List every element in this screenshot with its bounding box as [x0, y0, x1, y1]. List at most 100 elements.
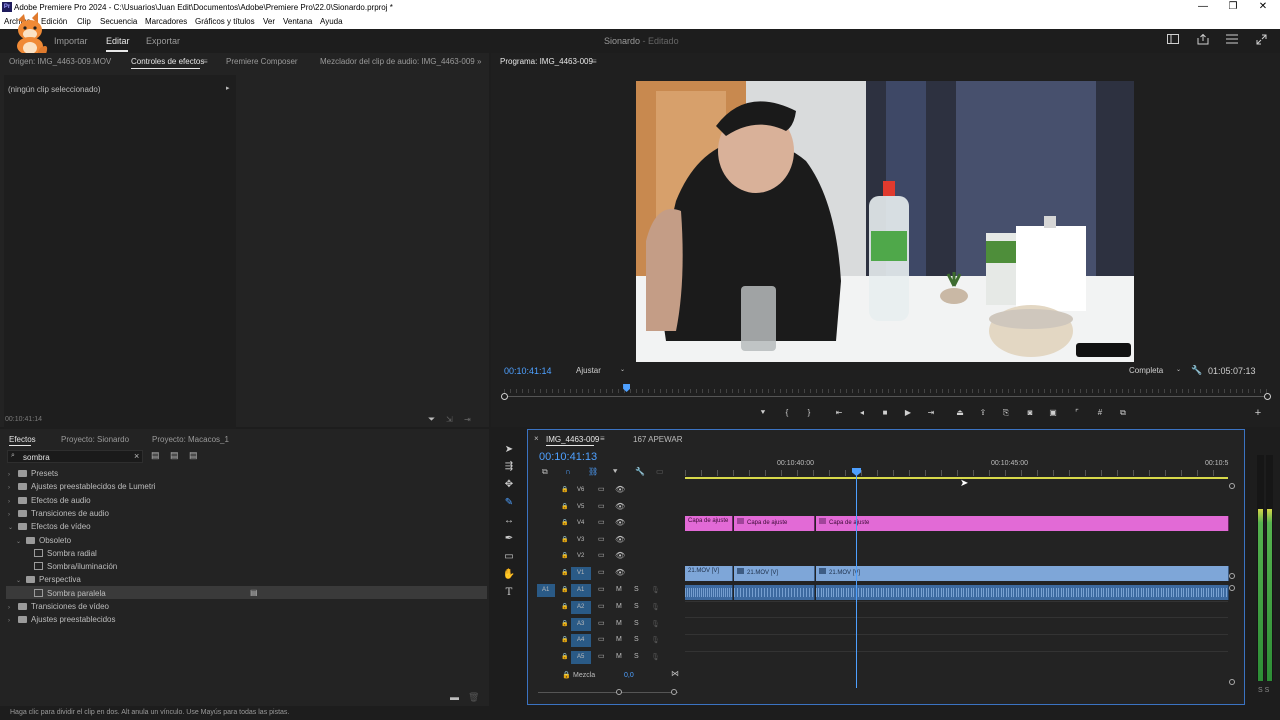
chevron-right-icon[interactable]: ›	[8, 512, 18, 518]
adjustment-layer-clip[interactable]: Capa de ajuste	[734, 516, 815, 531]
mark-out-icon[interactable]: }	[802, 407, 816, 419]
toggle-sync-icon[interactable]: ▭	[598, 635, 605, 643]
tab-audio-clip-mixer[interactable]: Mezclador del clip de audio: IMG_4463-00…	[320, 57, 475, 66]
scroll-handle[interactable]	[1229, 483, 1235, 489]
track-label-v3[interactable]: V3	[577, 537, 584, 543]
adjustment-layer-clip[interactable]: Capa de ajuste	[685, 516, 733, 531]
video-clip[interactable]: 21.MOV [V]	[685, 566, 733, 581]
mute-button[interactable]: M	[616, 586, 622, 593]
chevron-right-icon[interactable]: ›	[8, 472, 18, 478]
fullscreen-icon[interactable]	[1254, 34, 1268, 48]
lock-icon[interactable]: 🔒	[561, 569, 568, 576]
linked-selection-icon[interactable]: ⛓	[588, 467, 598, 476]
mark-in-icon[interactable]: {	[780, 407, 794, 419]
track-label-a1[interactable]: A1	[577, 587, 584, 593]
track-label-a4[interactable]: A4	[577, 637, 584, 643]
maximize-button[interactable]: ❐	[1218, 1, 1248, 12]
lock-icon[interactable]: 🔒	[561, 536, 568, 543]
menu-ventana[interactable]: Ventana	[283, 17, 312, 26]
lock-icon[interactable]: 🔒	[562, 671, 571, 679]
chevron-down-icon[interactable]: ⌄	[16, 538, 26, 545]
program-video-frame[interactable]	[636, 81, 1134, 362]
program-menu-icon[interactable]: ≡	[592, 57, 597, 66]
send-icon[interactable]: ⇥	[464, 415, 471, 424]
snap-icon[interactable]: ∩	[565, 467, 571, 476]
solo-button[interactable]: S	[634, 586, 639, 593]
menu-ayuda[interactable]: Ayuda	[320, 17, 343, 26]
grid-icon[interactable]: #	[1093, 407, 1107, 419]
nest-icon[interactable]: ⧉	[542, 467, 548, 477]
captions-icon[interactable]: ▭	[656, 467, 664, 476]
scroll-handle[interactable]	[1229, 679, 1235, 685]
step-back-icon[interactable]: ◂	[855, 407, 869, 419]
lock-icon[interactable]: 🔒	[561, 636, 568, 643]
tab-project-sionardo[interactable]: Proyecto: Sionardo	[61, 435, 129, 444]
track-label-v5[interactable]: V5	[577, 504, 584, 510]
lock-icon[interactable]: 🔒	[561, 653, 568, 660]
chevron-right-icon[interactable]: ›	[8, 605, 18, 611]
voice-over-icon[interactable]: 🎙	[651, 620, 660, 628]
tab-export[interactable]: Exportar	[146, 36, 180, 46]
comparison-view-icon[interactable]: ▣	[1046, 407, 1060, 419]
menu-clip[interactable]: Clip	[77, 17, 91, 26]
track-label-v2[interactable]: V2	[577, 553, 584, 559]
zoom-scroll-bar[interactable]	[538, 692, 678, 693]
lock-icon[interactable]: 🔒	[561, 620, 568, 627]
voice-over-icon[interactable]: 🎙	[651, 603, 660, 611]
go-to-out-icon[interactable]: ⇥	[924, 407, 938, 419]
slip-tool-icon[interactable]: ↔	[502, 514, 516, 528]
export-frame-icon[interactable]: ⇲	[446, 415, 453, 424]
effect-item[interactable]: Sombra/iluminación	[8, 562, 117, 571]
tab-source[interactable]: Origen: IMG_4463-009.MOV	[9, 57, 111, 66]
effects-folder-item[interactable]: ⌄ Efectos de vídeo	[8, 522, 91, 531]
zoom-handle-right[interactable]	[671, 689, 677, 695]
track-label-v6[interactable]: V6	[577, 487, 584, 493]
tab-premiere-composer[interactable]: Premiere Composer	[226, 57, 298, 66]
solo-meter-labels[interactable]: S S	[1258, 687, 1269, 694]
effects-folder-item[interactable]: › Transiciones de vídeo	[8, 602, 109, 611]
stop-icon[interactable]: ■	[878, 407, 892, 419]
video-clip[interactable]: 21.MOV [V]	[816, 566, 1229, 581]
accelerated-effects-icon[interactable]: ▤	[151, 450, 160, 461]
extract-icon[interactable]: ⇪	[976, 407, 990, 419]
scrub-start-handle[interactable]	[501, 393, 508, 400]
sequence-menu-icon[interactable]: ≡	[600, 434, 605, 443]
eye-icon[interactable]: 👁	[615, 518, 625, 527]
toggle-sync-icon[interactable]: ▭	[598, 502, 605, 510]
timeline-timecode[interactable]: 00:10:41:13	[539, 451, 597, 463]
close-window-button[interactable]: ✕	[1248, 1, 1278, 12]
scroll-handle[interactable]	[1229, 585, 1235, 591]
new-folder-icon[interactable]: ▬	[450, 692, 459, 702]
timeline-ruler[interactable]	[685, 470, 1228, 476]
toggle-sync-icon[interactable]: ▭	[598, 602, 605, 610]
voice-over-icon[interactable]: 🎙	[651, 586, 660, 594]
toggle-sync-icon[interactable]: ▭	[598, 518, 605, 526]
panels-overflow-icon[interactable]: »	[477, 57, 481, 66]
tab-sequence[interactable]: IMG_4463-009	[546, 435, 599, 444]
filter-icon[interactable]: ⏷	[428, 414, 435, 425]
effects-search-input[interactable]: ⌕ sombra ×	[7, 450, 143, 463]
effect-controls-menu-icon[interactable]: ≡	[203, 57, 208, 66]
scrub-end-handle[interactable]	[1264, 393, 1271, 400]
chevron-down-icon[interactable]: ⌄	[8, 524, 18, 531]
timeline-settings-icon[interactable]: 🔧	[635, 467, 645, 476]
wrench-icon[interactable]: 🔧	[1191, 365, 1202, 376]
pen-tool-icon[interactable]: ✒	[502, 532, 516, 546]
mix-end-icon[interactable]: ⋈	[671, 669, 679, 678]
add-marker-timeline-icon[interactable]: ⯆	[612, 467, 618, 477]
menu-marcadores[interactable]: Marcadores	[145, 17, 187, 26]
tab-effects[interactable]: Efectos	[9, 435, 36, 444]
tab-sequence-2[interactable]: 167 APEWAR	[633, 435, 683, 444]
mix-value[interactable]: 0,0	[624, 672, 634, 679]
fit-dropdown[interactable]: Ajustar ⌄	[576, 366, 625, 375]
add-marker-icon[interactable]: ⯆	[756, 407, 770, 419]
safe-margins-icon[interactable]: ⌜	[1070, 407, 1084, 419]
solo-button[interactable]: S	[634, 603, 639, 610]
toggle-sync-icon[interactable]: ▭	[598, 585, 605, 593]
audio-clip[interactable]	[734, 585, 815, 600]
toggle-sync-icon[interactable]: ▭	[598, 535, 605, 543]
effects-folder-item[interactable]: › Efectos de audio	[8, 496, 91, 505]
mute-button[interactable]: M	[616, 636, 622, 643]
eye-icon[interactable]: 👁	[615, 551, 625, 560]
lock-icon[interactable]: 🔒	[561, 503, 568, 510]
